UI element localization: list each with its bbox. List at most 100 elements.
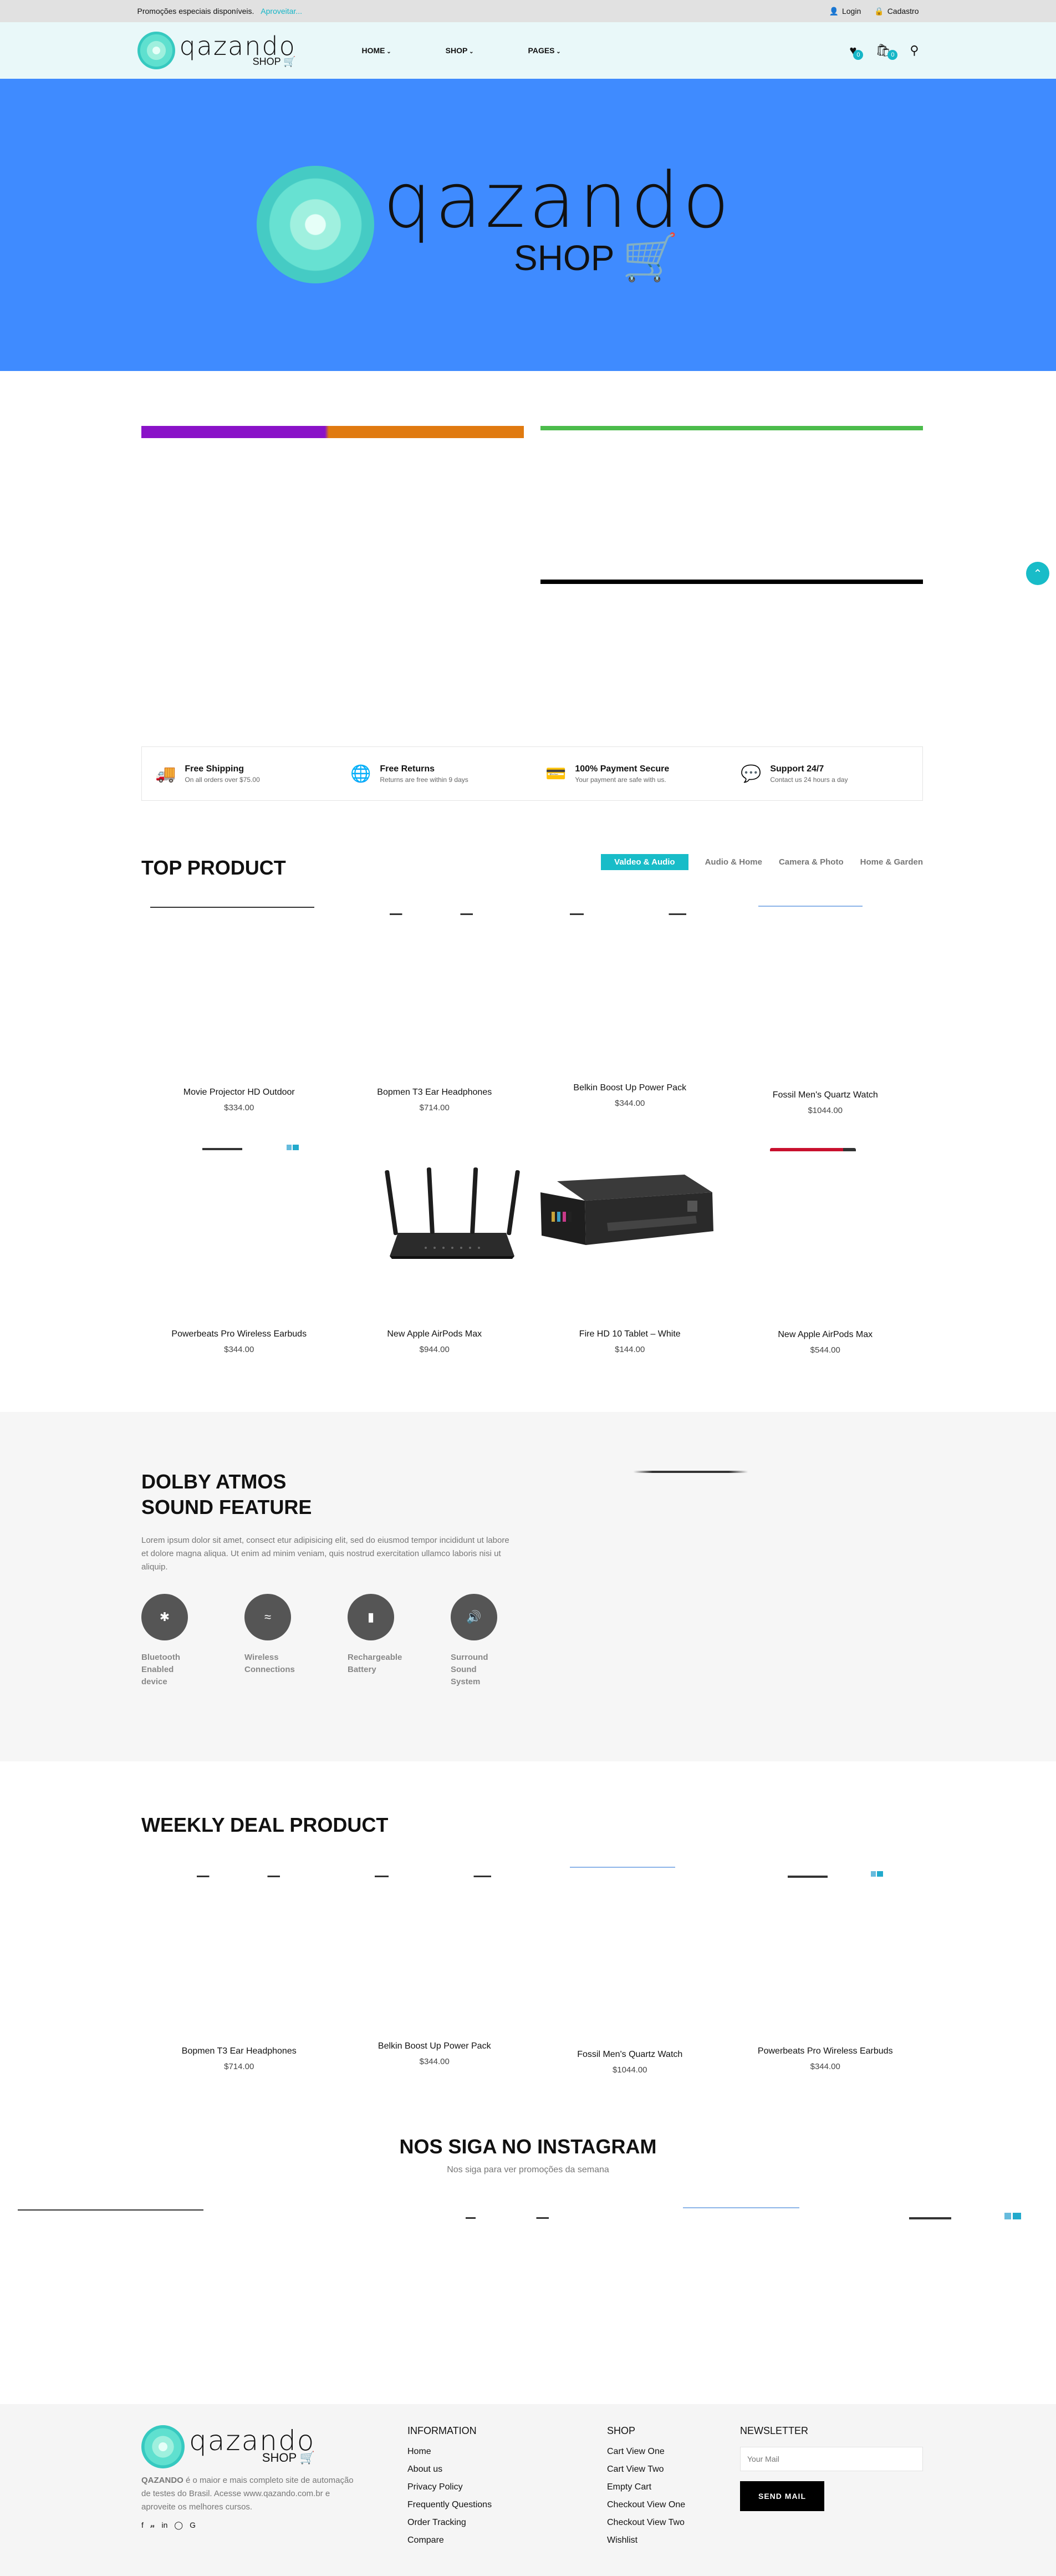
product-card[interactable]: Bopmen T3 Ear Headphones $714.00 [141,1867,337,2077]
dolby-feature: ▮ Rechargeable Battery [348,1594,403,1688]
footer-link[interactable]: Frequently Questions [407,2500,492,2510]
product-grid-row-2: Powerbeats Pro Wireless Earbuds $344.00 … [141,1145,924,1359]
instagram-image[interactable] [466,2217,549,2219]
footer-link[interactable]: Cart View One [607,2447,685,2457]
product-card[interactable]: New Apple AirPods Max $544.00 [728,1148,924,1359]
footer-about-text: QAZANDO é o maior e mais completo site d… [141,2474,363,2514]
product-card[interactable]: Belkin Boost Up Power Pack $344.00 [532,907,728,1117]
product-card[interactable]: Fire HD 10 Tablet – White $144.00 [532,1148,728,1359]
footer-link[interactable]: Checkout View One [607,2500,685,2510]
battery-icon: ▮ [348,1594,394,1640]
tab-camera-photo[interactable]: Camera & Photo [779,857,844,867]
footer-link[interactable]: Checkout View Two [607,2518,685,2528]
login-label: Login [841,7,861,16]
login-link[interactable]: 👤 Login [829,7,861,16]
product-name: Bopmen T3 Ear Headphones [377,1088,492,1097]
footer-logo[interactable]: qazando SHOP 🛒 [141,2425,366,2468]
promo-banner-left[interactable] [141,426,524,438]
feature-sub: Contact us 24 hours a day [770,775,848,784]
globe-icon: 🌐 [350,764,371,783]
product-card[interactable]: Fossil Men's Quartz Watch $1044.00 [728,906,924,1117]
features-bar: 🚚 Free Shipping On all orders over $75.00… [141,746,923,801]
twitter-icon[interactable]: 𝓃 [150,2521,155,2530]
dolby-feature-label: Bluetooth Enabled device [141,1652,197,1688]
dolby-product-image [538,1471,920,1473]
wishlist-button[interactable]: ♥ 0 [849,43,864,60]
newsletter-email-input[interactable]: Your Mail [740,2447,923,2471]
logo-text: qazando [179,31,296,61]
logo-mark [137,32,175,69]
product-price: $144.00 [615,1345,645,1354]
lock-icon: 🔒 [874,6,884,16]
nav-shop[interactable]: SHOP [446,46,474,55]
product-image [758,906,863,907]
dolby-title-line-1: DOLBY ATMOS [141,1470,287,1493]
product-card[interactable]: Fossil Men's Quartz Watch $1044.00 [532,1867,728,2077]
tab-video-audio[interactable]: Valdeo & Audio [601,854,688,870]
scroll-top-button[interactable]: ⌃ [1026,562,1049,585]
instagram-image[interactable] [909,2217,951,2219]
product-card[interactable]: Bopmen T3 Ear Headphones $714.00 [337,907,533,1117]
footer-link[interactable]: Wishlist [607,2536,685,2545]
feature-title: Free Returns [380,764,435,774]
chevron-up-icon: ⌃ [1033,567,1043,580]
footer-link[interactable]: Privacy Policy [407,2482,492,2492]
hero-cart-icon: 🛒 [622,232,679,283]
facebook-icon[interactable]: f [141,2521,144,2530]
promo-link[interactable]: Aproveitar... [261,7,302,16]
tab-audio-home[interactable]: Audio & Home [705,857,762,867]
cart-logo-icon: 🛒 [283,55,296,67]
product-card[interactable]: Belkin Boost Up Power Pack $344.00 [337,1867,533,2077]
newsletter-title: NEWSLETTER [740,2425,809,2436]
support-icon: 💬 [741,764,762,783]
instagram-icon[interactable]: ◯ [174,2521,183,2530]
dolby-feature-label-line-2: Connections [244,1665,295,1674]
footer-link[interactable]: Empty Cart [607,2482,685,2492]
user-icon: 👤 [829,6,839,16]
top-bar: Promoções especiais disponíveis. Aprovei… [0,0,1056,22]
product-price: $344.00 [615,1099,645,1108]
category-tabs: Valdeo & Audio Audio & Home Camera & Pho… [601,854,923,870]
search-icon[interactable]: ⚲ [910,43,919,58]
dolby-feature: 🔊 Surround Sound System [451,1594,506,1688]
linkedin-icon[interactable]: in [162,2521,168,2530]
header-icons: ♥ 0 🛍 0 ⚲ [849,43,919,60]
cart-count: 0 [887,50,898,60]
site-logo[interactable]: qazando SHOP 🛒 [137,32,362,69]
instagram-subtitle: Nos siga para ver promoções da semana [447,2165,609,2174]
dolby-section: DOLBY ATMOS SOUND FEATURE Lorem ipsum do… [0,1412,1056,1761]
main-nav: HOME SHOP PAGES [362,46,561,55]
footer-link[interactable]: Home [407,2447,492,2457]
instagram-image[interactable] [18,2209,203,2211]
dolby-feature-label-line-2: System [451,1677,481,1686]
instagram-image-accent [1004,2213,1021,2219]
footer-information-title: INFORMATION [407,2425,477,2436]
register-link[interactable]: 🔒 Cadastro [874,7,919,16]
footer-shop-title: SHOP [607,2425,636,2436]
cart-button[interactable]: 🛍 0 [875,43,898,60]
footer-link[interactable]: Cart View Two [607,2465,685,2475]
footer-link[interactable]: About us [407,2465,492,2475]
tab-home-garden[interactable]: Home & Garden [860,857,923,867]
product-card[interactable]: Powerbeats Pro Wireless Earbuds $344.00 [141,1145,337,1359]
footer-link[interactable]: Compare [407,2536,492,2545]
promo-banner-right-bottom[interactable] [540,580,923,584]
feature-item: 💳 100% Payment Secure Your payment are sa… [532,764,727,784]
nav-home[interactable]: HOME [362,46,391,55]
google-icon[interactable]: G [190,2521,196,2530]
dolby-feature-label-line-1: Surround Sound [451,1653,488,1674]
footer-link[interactable]: Order Tracking [407,2518,492,2528]
product-price: $944.00 [419,1345,450,1354]
product-name: Fire HD 10 Tablet – White [579,1329,681,1339]
promo-banner-right-top[interactable] [540,426,923,430]
product-card[interactable]: Powerbeats Pro Wireless Earbuds $344.00 [728,1867,924,2077]
instagram-image[interactable] [683,2207,799,2208]
dolby-feature-label-line-1: Rechargeable [348,1653,402,1662]
newsletter-send-button[interactable]: SEND MAIL [740,2481,824,2511]
nav-pages[interactable]: PAGES [528,46,561,55]
footer-newsletter: NEWSLETTER Your Mail SEND MAIL [740,2425,923,2511]
footer-shop: SHOP Cart View One Cart View Two Empty C… [607,2425,685,2553]
product-card[interactable]: Movie Projector HD Outdoor $334.00 [141,907,337,1117]
product-card[interactable]: New Apple AirPods Max $944.00 [337,1148,533,1359]
hero-logo-text: qazando [383,156,733,245]
